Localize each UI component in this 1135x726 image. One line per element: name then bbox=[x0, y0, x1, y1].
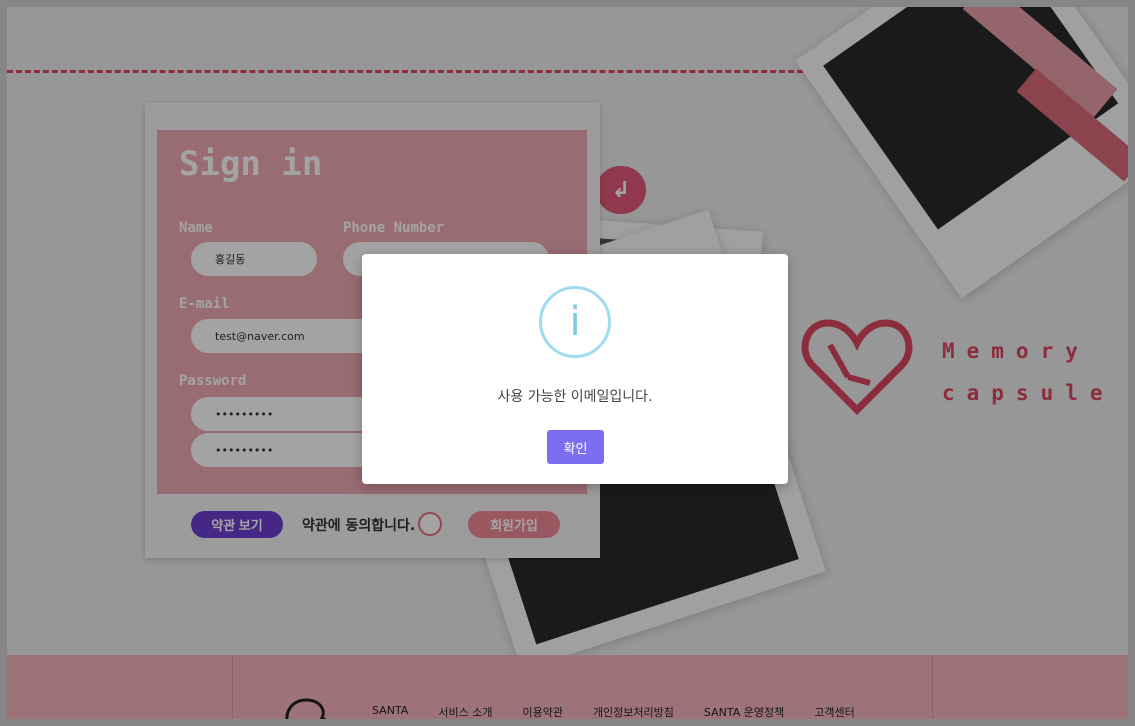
modal-message: 사용 가능한 이메일입니다. bbox=[497, 389, 653, 405]
confirm-button[interactable]: 확인 bbox=[547, 430, 604, 464]
info-icon: i bbox=[539, 286, 611, 358]
alert-modal: i 사용 가능한 이메일입니다. 확인 bbox=[362, 254, 788, 484]
info-icon-glyph: i bbox=[569, 299, 581, 345]
